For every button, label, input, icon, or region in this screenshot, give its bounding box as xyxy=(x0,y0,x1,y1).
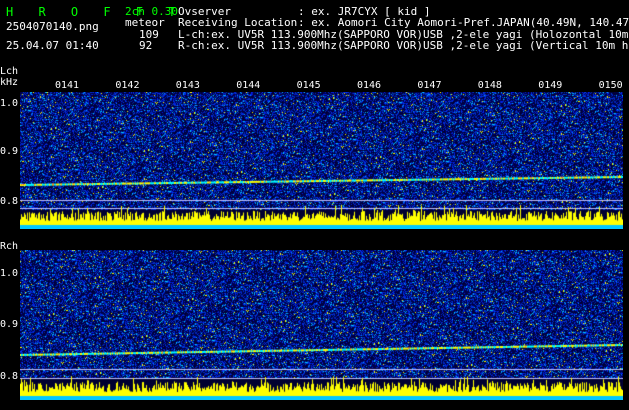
lch-label: Lch xyxy=(0,66,19,77)
time-tick: 0144 xyxy=(236,80,261,91)
rch-label: Rch xyxy=(0,241,19,252)
rch-tick-0-9: 0.9 xyxy=(0,319,19,330)
lch-unit-label: kHz xyxy=(0,77,19,88)
lch-tick-0-8: 0.8 xyxy=(0,196,19,207)
time-tick: 0147 xyxy=(417,80,442,91)
time-tick: 0148 xyxy=(477,80,502,91)
rch-tick-1-0: 1.0 xyxy=(0,268,19,279)
rch-meteor-count: 92 xyxy=(139,39,153,52)
time-tick: 0141 xyxy=(55,80,80,91)
lch-tick-0-9: 0.9 xyxy=(0,146,19,157)
time-tick: 0143 xyxy=(175,80,200,91)
lch-spectrogram xyxy=(20,92,623,229)
rch-spectrogram xyxy=(20,250,623,400)
datetime-label: 25.04.07 01:40 xyxy=(6,39,99,52)
lch-tick-1-0: 1.0 xyxy=(0,98,19,109)
time-tick: 0150 xyxy=(598,80,623,91)
rch-tick-0-8: 0.8 xyxy=(0,371,19,382)
time-tick: 0142 xyxy=(115,80,140,91)
rch-info: R-ch:ex. UV5R 113.900Mhz(SAPPORO VOR)USB… xyxy=(178,40,629,52)
time-tick: 0146 xyxy=(357,80,382,91)
filename-label: 2504070140.png xyxy=(6,20,99,33)
location-label: Receiving Location xyxy=(178,16,298,29)
time-tick: 0149 xyxy=(538,80,563,91)
location-value: : ex. Aomori City Aomori-Pref.JAPAN(40.4… xyxy=(298,16,629,29)
time-tick: 0145 xyxy=(296,80,321,91)
